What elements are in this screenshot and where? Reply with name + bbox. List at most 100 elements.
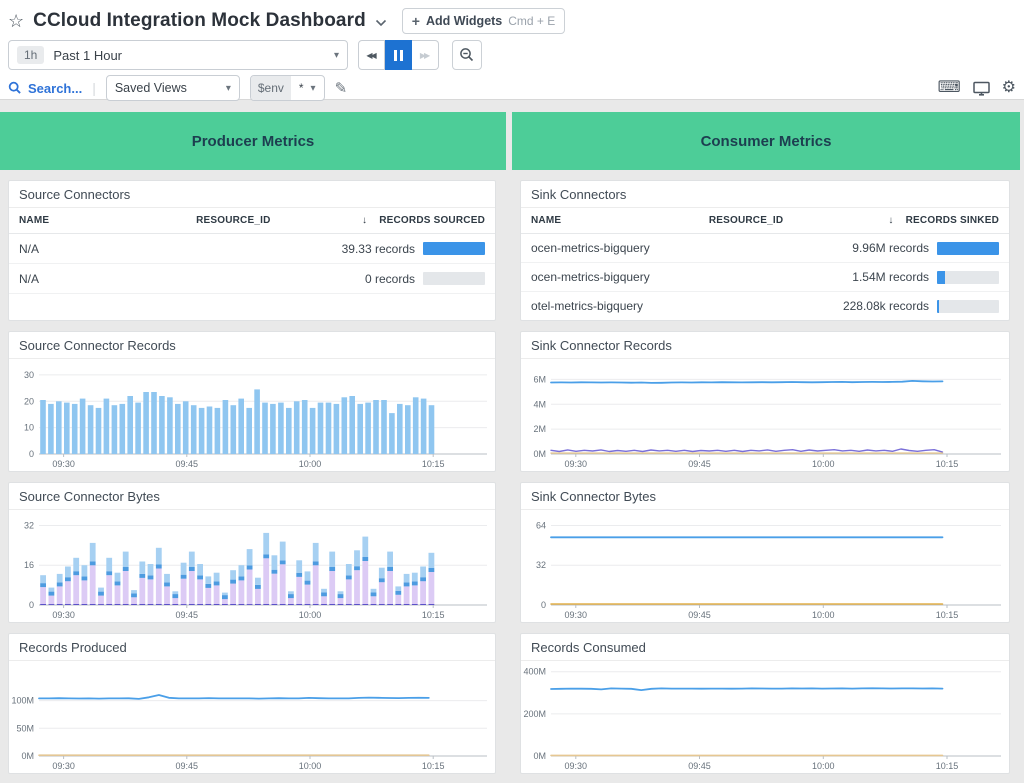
- line-chart-sink-connector-bytes[interactable]: 0326409:3009:4510:0010:15: [521, 510, 1009, 622]
- svg-text:32: 32: [24, 521, 34, 531]
- column-header-resource-id[interactable]: RESOURCE_ID: [196, 215, 322, 226]
- svg-text:10:15: 10:15: [422, 761, 445, 771]
- widget-title: Source Connector Records: [9, 332, 495, 359]
- svg-text:09:30: 09:30: [565, 610, 588, 620]
- rewind-icon: ◀◀: [366, 51, 376, 60]
- table-header: NAME RESOURCE_ID ↓ RECORDS SINKED: [521, 208, 1009, 234]
- edit-pencil-icon[interactable]: ✎: [335, 79, 348, 97]
- widget-records-consumed: Records Consumed 0M200M400M09:3009:4510:…: [520, 633, 1010, 774]
- svg-text:10:00: 10:00: [299, 459, 322, 469]
- search-label: Search...: [28, 81, 82, 96]
- widget-title: Records Consumed: [521, 634, 1009, 661]
- divider: |: [92, 80, 96, 96]
- keyboard-shortcuts-icon[interactable]: ⌨: [938, 80, 961, 96]
- table-row: ocen-metrics-bigquery 9.96M records: [521, 234, 1009, 263]
- column-header-records-sourced[interactable]: ↓ RECORDS SOURCED: [322, 215, 485, 226]
- svg-text:10:00: 10:00: [812, 459, 835, 469]
- svg-text:10:15: 10:15: [936, 459, 959, 469]
- svg-text:09:30: 09:30: [52, 610, 75, 620]
- column-header-name[interactable]: NAME: [19, 215, 196, 226]
- time-range-selector[interactable]: 1h Past 1 Hour ▾: [8, 40, 348, 70]
- env-variable-name: $env: [251, 76, 291, 100]
- search-button[interactable]: Search...: [8, 81, 82, 96]
- time-range-caret-icon: ▾: [334, 50, 339, 61]
- svg-text:32: 32: [536, 560, 546, 570]
- widget-title: Sink Connectors: [521, 181, 1009, 208]
- widget-source-connectors: Source Connectors NAME RESOURCE_ID ↓ REC…: [8, 180, 496, 321]
- widget-title: Source Connectors: [9, 181, 495, 208]
- line-chart-records-produced[interactable]: 0M50M100M09:3009:4510:0010:15: [9, 661, 495, 773]
- saved-views-select[interactable]: Saved Views ▾: [106, 75, 240, 101]
- table-row: otel-metrics-bigquery 228.08k records: [521, 292, 1009, 321]
- widget-title: Records Produced: [9, 634, 495, 661]
- widget-sink-connectors: Sink Connectors NAME RESOURCE_ID ↓ RECOR…: [520, 180, 1010, 321]
- favorite-star-icon[interactable]: ☆: [8, 12, 24, 30]
- svg-text:6M: 6M: [533, 374, 546, 384]
- svg-text:09:45: 09:45: [688, 761, 711, 771]
- search-icon: [8, 81, 22, 95]
- time-range-label: Past 1 Hour: [53, 48, 325, 63]
- svg-text:09:45: 09:45: [176, 761, 199, 771]
- stacked-bar-chart-source-connector-bytes[interactable]: 0163209:3009:4510:0010:15: [9, 510, 495, 622]
- svg-text:10: 10: [24, 423, 34, 433]
- svg-text:0: 0: [29, 600, 34, 610]
- svg-text:09:45: 09:45: [688, 610, 711, 620]
- widget-title: Sink Connector Bytes: [521, 483, 1009, 510]
- column-header-name[interactable]: NAME: [531, 215, 709, 226]
- svg-text:2M: 2M: [533, 424, 546, 434]
- time-forward-button[interactable]: ▶▶: [412, 40, 439, 70]
- add-widgets-button[interactable]: + Add Widgets Cmd + E: [402, 8, 565, 34]
- svg-text:0M: 0M: [21, 751, 34, 761]
- svg-text:4M: 4M: [533, 399, 546, 409]
- widget-records-produced: Records Produced 0M50M100M09:3009:4510:0…: [8, 633, 496, 774]
- line-chart-records-consumed[interactable]: 0M200M400M09:3009:4510:0010:15: [521, 661, 1009, 773]
- producer-column: Producer Metrics Source Connectors NAME …: [0, 112, 506, 783]
- time-controls-row: 1h Past 1 Hour ▾ ◀◀ ▶▶: [8, 37, 1016, 73]
- env-variable-value: *: [299, 81, 304, 95]
- page-title: CCloud Integration Mock Dashboard: [33, 10, 366, 32]
- widget-source-connector-records: Source Connector Records 010203009:3009:…: [8, 331, 496, 472]
- svg-text:200M: 200M: [523, 709, 546, 719]
- value-bar: [937, 271, 999, 284]
- top-bar: ☆ CCloud Integration Mock Dashboard + Ad…: [0, 0, 1024, 100]
- svg-text:100M: 100M: [11, 696, 34, 706]
- table-row: ocen-metrics-bigquery 1.54M records: [521, 263, 1009, 292]
- fast-forward-icon: ▶▶: [420, 51, 430, 60]
- add-widgets-label: Add Widgets: [426, 14, 502, 28]
- cell-value: 9.96M records: [852, 241, 929, 255]
- settings-gear-icon[interactable]: ⚙: [1002, 80, 1016, 96]
- svg-text:09:30: 09:30: [52, 761, 75, 771]
- time-backward-button[interactable]: ◀◀: [358, 40, 385, 70]
- column-header-resource-id[interactable]: RESOURCE_ID: [709, 215, 835, 226]
- pause-icon: [394, 50, 403, 61]
- cell-value: 39.33 records: [342, 242, 415, 256]
- widget-source-connector-bytes: Source Connector Bytes 0163209:3009:4510…: [8, 482, 496, 623]
- magnifier-minus-icon: [459, 47, 475, 63]
- saved-views-caret-icon: ▾: [226, 83, 231, 94]
- svg-text:09:45: 09:45: [176, 459, 199, 469]
- add-widgets-shortcut: Cmd + E: [508, 14, 555, 28]
- consumer-metrics-banner: Consumer Metrics: [512, 112, 1020, 170]
- consumer-column: Consumer Metrics Sink Connectors NAME RE…: [512, 112, 1020, 783]
- saved-views-label: Saved Views: [115, 81, 218, 95]
- pause-button[interactable]: [385, 40, 412, 70]
- svg-text:64: 64: [536, 521, 546, 531]
- column-header-records-sinked[interactable]: ↓ RECORDS SINKED: [835, 215, 999, 226]
- svg-text:10:00: 10:00: [812, 761, 835, 771]
- cell-name: ocen-metrics-bigquery: [531, 270, 709, 284]
- fullscreen-monitor-icon[interactable]: [973, 81, 990, 96]
- line-chart-sink-connector-records[interactable]: 0M2M4M6M09:3009:4510:0010:15: [521, 359, 1009, 471]
- time-range-badge: 1h: [17, 46, 44, 64]
- widget-title: Sink Connector Records: [521, 332, 1009, 359]
- dashboard-grid: Producer Metrics Source Connectors NAME …: [0, 100, 1024, 783]
- title-chevron-down-icon[interactable]: [375, 19, 387, 27]
- plus-icon: +: [412, 13, 420, 29]
- filter-row: Search... | Saved Views ▾ $env * ▾ ✎ ⌨: [8, 73, 1016, 103]
- sort-descending-icon: ↓: [888, 215, 893, 226]
- template-variable-env[interactable]: $env * ▾: [250, 75, 325, 101]
- bar-chart-source-connector-records[interactable]: 010203009:3009:4510:0010:15: [9, 359, 495, 471]
- title-row: ☆ CCloud Integration Mock Dashboard + Ad…: [8, 5, 1016, 37]
- svg-text:10:15: 10:15: [936, 610, 959, 620]
- widget-title: Source Connector Bytes: [9, 483, 495, 510]
- zoom-out-button[interactable]: [452, 40, 482, 70]
